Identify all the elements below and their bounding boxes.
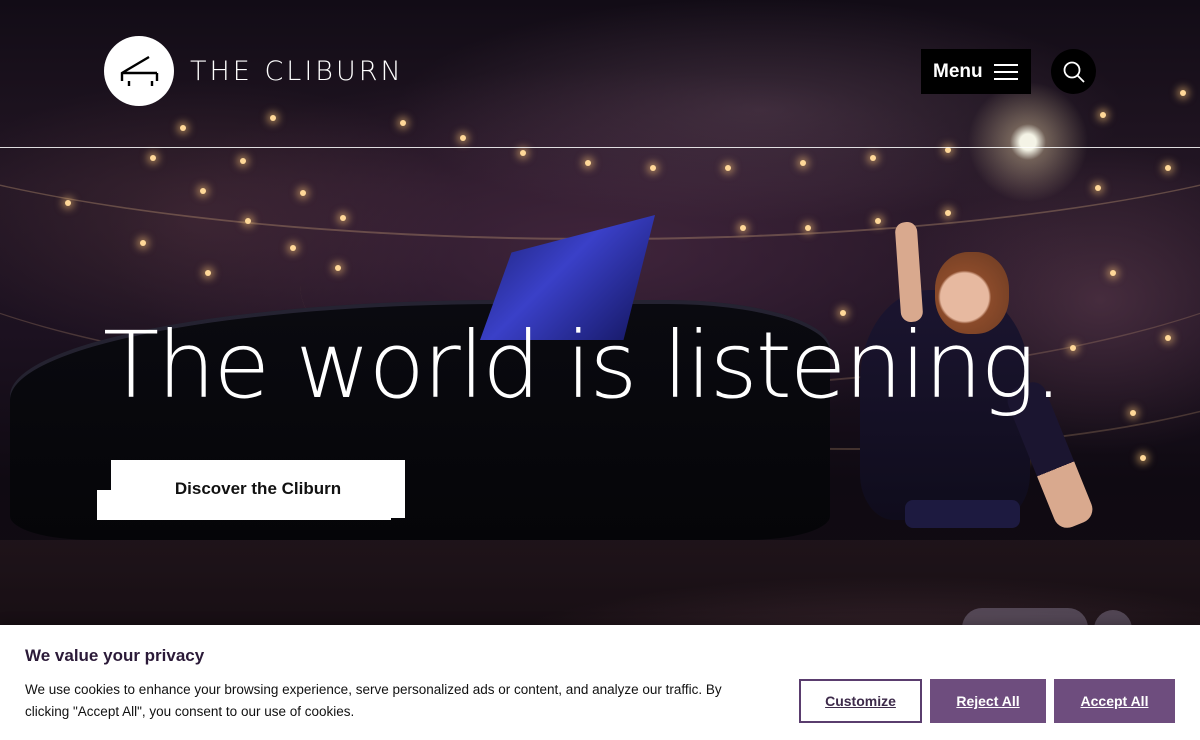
site-logo[interactable]: THE CLIBURN [104,36,404,106]
hamburger-icon [993,63,1018,80]
accept-all-button[interactable]: Accept All [1054,679,1175,723]
search-icon [1063,61,1085,83]
brand-name: THE CLIBURN [190,55,404,87]
cookie-consent-banner: We value your privacy We use cookies to … [0,625,1200,740]
cookie-description: We use cookies to enhance your browsing … [25,682,722,719]
discover-cta[interactable]: Discover the Cliburn [97,460,405,520]
reject-all-button[interactable]: Reject All [930,679,1046,723]
search-button[interactable] [1051,49,1096,94]
customize-button[interactable]: Customize [799,679,922,723]
cookie-title: We value your privacy [25,646,205,665]
menu-button[interactable]: Menu [921,49,1031,94]
discover-button[interactable]: Discover the Cliburn [111,460,405,518]
header-divider [0,147,1200,148]
hero-headline: The world is listening. [103,312,1063,419]
menu-label: Menu [933,60,983,82]
grand-piano-icon [104,36,174,106]
